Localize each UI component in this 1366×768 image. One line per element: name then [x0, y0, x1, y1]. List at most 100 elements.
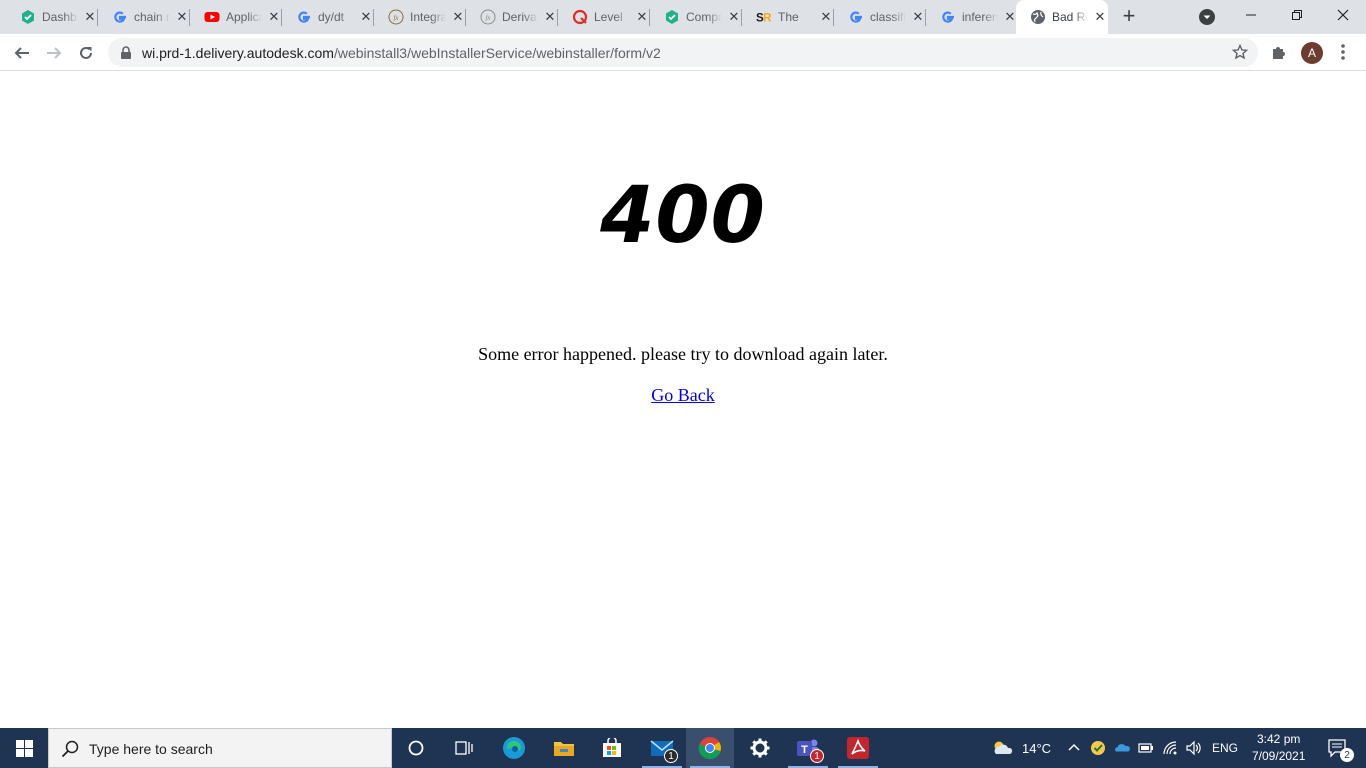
- restore-button[interactable]: [1274, 0, 1320, 30]
- taskbar-search-box[interactable]: Type here to search: [48, 728, 392, 768]
- fx-icon: fx: [480, 9, 496, 25]
- acrobat-icon: [847, 737, 869, 759]
- teams-taskbar-button[interactable]: T 1: [784, 728, 832, 768]
- wifi-icon[interactable]: [1162, 740, 1178, 756]
- profile-avatar[interactable]: A: [1301, 42, 1323, 64]
- reload-icon: [80, 46, 92, 59]
- browser-tab[interactable]: inference✕: [926, 0, 1018, 34]
- google-icon: [112, 9, 128, 25]
- browser-tab[interactable]: fx Integration ✕: [374, 0, 466, 34]
- onedrive-cloud-icon[interactable]: [1114, 740, 1130, 756]
- back-button[interactable]: [8, 39, 36, 67]
- tab-title: Integration: [410, 10, 446, 24]
- tab-title: Level: [594, 10, 623, 24]
- cortana-circle-icon: [408, 740, 424, 756]
- browser-tab[interactable]: Level ✕: [558, 0, 650, 34]
- close-tab-icon[interactable]: ✕: [542, 9, 558, 25]
- browser-tab[interactable]: Applications ✕: [190, 0, 282, 34]
- chevron-up-icon[interactable]: [1066, 740, 1082, 756]
- svg-text:T: T: [801, 744, 808, 756]
- browser-toolbar: wi.prd-1.delivery.autodesk.com/webinstal…: [0, 34, 1366, 71]
- reload-button[interactable]: [72, 39, 100, 67]
- google-icon: [848, 9, 864, 25]
- arrow-left-icon: [14, 47, 29, 59]
- tab-title: Bad Request: [1052, 10, 1088, 24]
- restore-icon: [1292, 10, 1302, 20]
- menu-kebab-icon[interactable]: [1340, 42, 1346, 62]
- store-taskbar-button[interactable]: [588, 728, 636, 768]
- close-tab-icon[interactable]: ✕: [358, 9, 374, 25]
- windows-taskbar: Type here to search 1 T 1 14°C ENG 3:42 …: [0, 728, 1366, 768]
- tab-search-icon[interactable]: [1198, 8, 1216, 26]
- browser-tab[interactable]: fx Derivatives ✕: [466, 0, 558, 34]
- tab-title: dy/dt: [318, 10, 345, 24]
- close-window-button[interactable]: [1320, 0, 1366, 30]
- search-icon: [61, 740, 79, 758]
- forward-button[interactable]: [40, 39, 68, 67]
- tab-title: Compare: [686, 10, 722, 24]
- browser-tab[interactable]: Compare ✕: [650, 0, 742, 34]
- start-button[interactable]: [0, 728, 48, 768]
- close-tab-icon[interactable]: ✕: [82, 9, 98, 25]
- youtube-icon: [204, 9, 220, 25]
- browser-tab[interactable]: S R The ✕: [742, 0, 834, 34]
- google-icon: [296, 9, 312, 25]
- hex-check-icon: [664, 9, 680, 25]
- volume-speaker-icon[interactable]: [1185, 740, 1201, 756]
- file-explorer-taskbar-button[interactable]: [540, 728, 588, 768]
- close-tab-icon[interactable]: ✕: [634, 9, 650, 25]
- close-icon: [1337, 9, 1349, 21]
- search-placeholder: Type here to search: [89, 741, 213, 757]
- error-code-heading: 400: [600, 171, 766, 261]
- lock-icon[interactable]: [120, 46, 132, 60]
- close-tab-icon[interactable]: ✕: [266, 9, 282, 25]
- mail-taskbar-button[interactable]: 1: [638, 728, 686, 768]
- browser-tab[interactable]: dy/dt ✕: [282, 0, 374, 34]
- q-icon: [572, 9, 588, 25]
- browser-tab[interactable]: chain rule ✕: [98, 0, 190, 34]
- action-center-button[interactable]: 2: [1318, 728, 1358, 768]
- close-tab-icon[interactable]: ✕: [174, 9, 190, 25]
- url-text[interactable]: wi.prd-1.delivery.autodesk.com/webinstal…: [142, 45, 661, 61]
- bookmark-star-icon[interactable]: [1232, 44, 1248, 60]
- tab-title: The: [778, 10, 799, 24]
- folder-icon: [554, 742, 574, 756]
- minimize-button[interactable]: [1228, 0, 1274, 30]
- new-tab-button[interactable]: +: [1117, 5, 1141, 29]
- fx-icon: fx: [388, 9, 404, 25]
- close-tab-icon[interactable]: ✕: [818, 9, 834, 25]
- address-bar[interactable]: wi.prd-1.delivery.autodesk.com/webinstal…: [108, 38, 1258, 67]
- close-tab-icon[interactable]: ✕: [910, 9, 926, 25]
- settings-taskbar-button[interactable]: [736, 728, 784, 768]
- chrome-icon: [698, 737, 721, 760]
- tab-title: chain rule: [134, 10, 170, 24]
- close-tab-icon[interactable]: ✕: [726, 9, 742, 25]
- clock-date[interactable]: 7/09/2021: [1252, 749, 1305, 763]
- input-language[interactable]: ENG: [1212, 741, 1238, 755]
- battery-icon[interactable]: [1138, 740, 1154, 756]
- minimize-icon: [1246, 14, 1256, 16]
- error-message: Some error happened. please try to downl…: [478, 344, 888, 364]
- globe-icon: [1030, 9, 1046, 25]
- close-tab-icon[interactable]: ✕: [450, 9, 466, 25]
- chrome-taskbar-button[interactable]: [686, 728, 734, 768]
- security-check-icon[interactable]: [1090, 740, 1106, 756]
- browser-tab[interactable]: Dashboard ✕: [6, 0, 98, 34]
- hex-check-icon: [20, 9, 36, 25]
- store-bag-icon: [603, 738, 621, 757]
- go-back-link[interactable]: Go Back: [651, 385, 714, 405]
- task-view-button[interactable]: [440, 728, 488, 768]
- weather-cloud-sun-icon[interactable]: [990, 740, 1014, 756]
- browser-tab[interactable]: classification ✕: [834, 0, 926, 34]
- task-view-icon: [455, 741, 473, 755]
- weather-temperature[interactable]: 14°C: [1022, 741, 1051, 756]
- browser-tab[interactable]: Bad Request ✕: [1016, 0, 1108, 34]
- extensions-puzzle-icon[interactable]: [1270, 43, 1288, 61]
- acrobat-taskbar-button[interactable]: [834, 728, 882, 768]
- windows-logo-icon: [15, 739, 33, 757]
- clock-time[interactable]: 3:42 pm: [1257, 732, 1300, 746]
- mail-notification-badge: 1: [664, 749, 678, 763]
- cortana-button[interactable]: [392, 728, 440, 768]
- edge-taskbar-button[interactable]: [490, 728, 538, 768]
- close-tab-icon[interactable]: ✕: [1092, 9, 1108, 25]
